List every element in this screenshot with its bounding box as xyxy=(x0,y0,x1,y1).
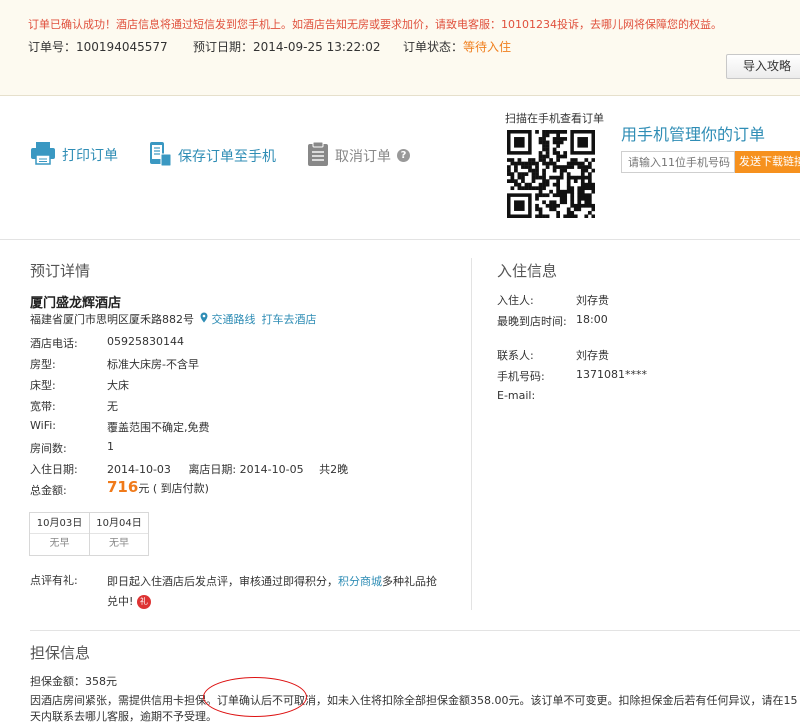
review-text-1: 即日起入住酒店后发点评，审核通过即得积分， xyxy=(107,575,338,588)
calendar-date: 10月04日 xyxy=(89,513,148,534)
cancel-order-button[interactable]: 取消订单 ? xyxy=(307,141,410,170)
print-order-label: 打印订单 xyxy=(62,147,118,164)
manage-by-phone-title: 用手机管理你的订单 xyxy=(621,125,766,144)
total-price: 716 xyxy=(107,478,139,496)
phone-number-input[interactable] xyxy=(621,151,735,173)
total-amount: 716元 ( 到店付款) xyxy=(107,478,209,496)
nightly-calendar: 10月03日 无早 10月04日 无早 xyxy=(29,512,149,556)
review-gift-label: 点评有礼: xyxy=(30,574,78,587)
guarantee-policy: 因酒店房间紧张，需提供信用卡担保。订单确认后不可取消，如未入住将扣除全部担保金额… xyxy=(30,693,800,723)
guarantee-amount: 担保金额：358元 xyxy=(30,675,117,688)
latest-arrival-label: 最晚到店时间: xyxy=(497,315,567,328)
order-date-value: 2014-09-25 13:22:02 xyxy=(253,40,381,54)
qr-caption: 扫描在手机查看订单 xyxy=(505,112,604,125)
order-date: 预订日期：2014-09-25 13:22:02 xyxy=(193,38,380,55)
phone-doc-icon xyxy=(148,141,172,170)
order-actions: 打印订单 保存订单至手机 取消订单 ? 扫描在手机查看订单 用手机管理你的订单 … xyxy=(0,97,800,240)
hotel-address: 福建省厦门市思明区厦禾路882号 xyxy=(30,313,194,326)
save-to-phone-label: 保存订单至手机 xyxy=(178,148,276,165)
checkin-date-label: 入住日期: xyxy=(30,463,78,476)
print-order-button[interactable]: 打印订单 xyxy=(30,141,118,168)
gift-icon: 礼 xyxy=(136,595,151,609)
order-number-label: 订单号： xyxy=(28,40,77,54)
email-label: E-mail: xyxy=(497,389,536,402)
clipboard-icon xyxy=(307,141,329,170)
guest-value: 刘存贵 xyxy=(576,294,609,307)
mobile-label: 手机号码: xyxy=(497,370,545,383)
phone-value: 05925830144 xyxy=(107,335,184,348)
import-guide-button[interactable]: 导入攻略 xyxy=(726,54,800,79)
checkout-date-label: 离店日期: xyxy=(188,463,237,476)
highlight-circle xyxy=(203,677,307,717)
order-banner: 订单已确认成功！酒店信息将通过短信发到您手机上。如酒店告知无房或要求加价，请致电… xyxy=(0,0,800,96)
mobile-value: 1371081**** xyxy=(576,368,647,381)
checkout-date-value: 2014-10-05 xyxy=(239,463,304,476)
location-pin-icon xyxy=(200,312,208,323)
guarantee-title: 担保信息 xyxy=(30,644,91,662)
points-mall-link[interactable]: 积分商城 xyxy=(338,575,382,588)
review-gift-text: 即日起入住酒店后发点评，审核通过即得积分，积分商城多种礼品抢兑中! 礼 xyxy=(107,572,437,612)
printer-icon xyxy=(30,141,56,168)
nights-count: 共2晚 xyxy=(319,463,349,476)
order-status-value: 等待入住 xyxy=(463,40,512,54)
checkin-info-title: 入住信息 xyxy=(497,262,558,280)
bed-type-value: 大床 xyxy=(107,379,129,392)
traffic-route-link[interactable]: 交通路线 xyxy=(200,311,256,327)
wifi-label: WiFi: xyxy=(30,419,56,432)
guarantee-text-1: 因酒店房间紧张，需提供信用卡担保。 xyxy=(30,694,217,707)
taxi-link[interactable]: 打车去酒店 xyxy=(262,311,317,327)
confirm-notice: 订单已确认成功！酒店信息将通过短信发到您手机上。如酒店告知无房或要求加价，请致电… xyxy=(28,18,722,31)
total-unit: 元 xyxy=(138,482,150,495)
order-status-label: 订单状态： xyxy=(403,40,464,54)
qr-code xyxy=(507,130,596,219)
calendar-meal: 无早 xyxy=(108,538,129,549)
cancel-order-label: 取消订单 xyxy=(335,148,391,165)
send-link-button[interactable]: 发送下载链接 xyxy=(735,151,800,173)
hotel-address-row: 福建省厦门市思明区厦禾路882号 交通路线 打车去酒店 xyxy=(30,311,317,327)
guarantee-divider xyxy=(30,630,800,631)
broadband-label: 宽带: xyxy=(30,400,56,413)
room-type-label: 房型: xyxy=(30,358,56,371)
contact-value: 刘存贵 xyxy=(576,349,609,362)
room-count-value: 1 xyxy=(107,440,114,453)
details-title: 预订详情 xyxy=(30,262,91,280)
calendar-meal: 无早 xyxy=(49,538,70,549)
total-label: 总金额: xyxy=(30,484,67,497)
broadband-value: 无 xyxy=(107,400,118,413)
contact-label: 联系人: xyxy=(497,349,534,362)
help-icon[interactable]: ? xyxy=(397,149,410,162)
calendar-date: 10月03日 xyxy=(30,513,89,534)
order-number-value: 100194045577 xyxy=(76,40,168,54)
order-number: 订单号：100194045577 xyxy=(28,38,168,55)
latest-arrival-value: 18:00 xyxy=(576,313,608,326)
checkin-date-value: 2014-10-03 xyxy=(107,463,171,476)
calendar-day: 10月03日 无早 xyxy=(30,513,89,555)
stay-dates: 2014-10-03 离店日期: 2014-10-05 共2晚 xyxy=(107,461,348,477)
order-status: 订单状态：等待入住 xyxy=(403,38,511,55)
wifi-value: 覆盖范围不确定,免费 xyxy=(107,421,210,434)
section-divider xyxy=(471,258,472,610)
phone-label: 酒店电话: xyxy=(30,337,78,350)
guest-label: 入住人: xyxy=(497,294,534,307)
room-count-label: 房间数: xyxy=(30,442,67,455)
traffic-route-label: 交通路线 xyxy=(211,313,256,326)
hotel-name[interactable]: 厦门盛龙辉酒店 xyxy=(30,292,121,311)
room-type-value: 标准大床房-不含早 xyxy=(107,358,199,371)
calendar-day: 10月04日 无早 xyxy=(88,513,148,555)
order-date-label: 预订日期： xyxy=(193,40,254,54)
payment-note: ( 到店付款) xyxy=(152,482,209,495)
save-to-phone-button[interactable]: 保存订单至手机 xyxy=(148,141,276,170)
bed-type-label: 床型: xyxy=(30,379,56,392)
